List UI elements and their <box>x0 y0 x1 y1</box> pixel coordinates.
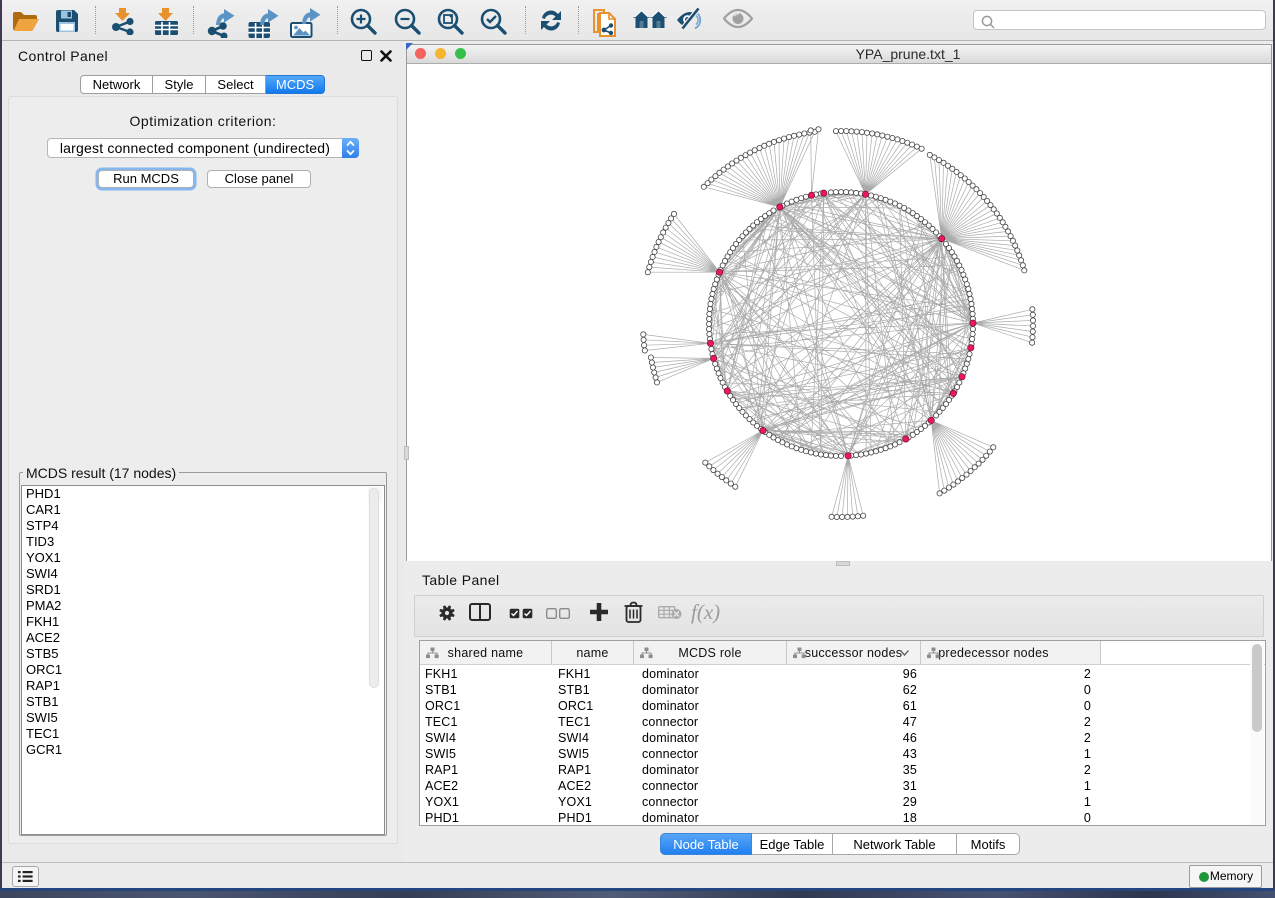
svg-text:f(x): f(x) <box>691 600 720 624</box>
